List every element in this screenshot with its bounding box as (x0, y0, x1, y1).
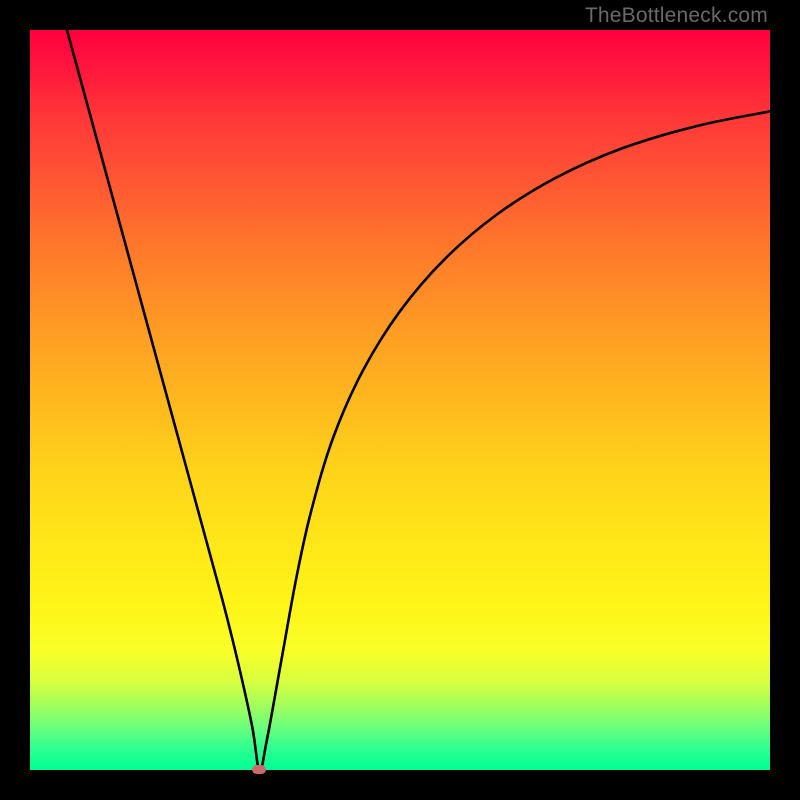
optimal-point-marker (252, 765, 266, 774)
chart-frame: TheBottleneck.com (0, 0, 800, 800)
watermark-text: TheBottleneck.com (585, 4, 768, 28)
bottleneck-curve (30, 30, 770, 770)
